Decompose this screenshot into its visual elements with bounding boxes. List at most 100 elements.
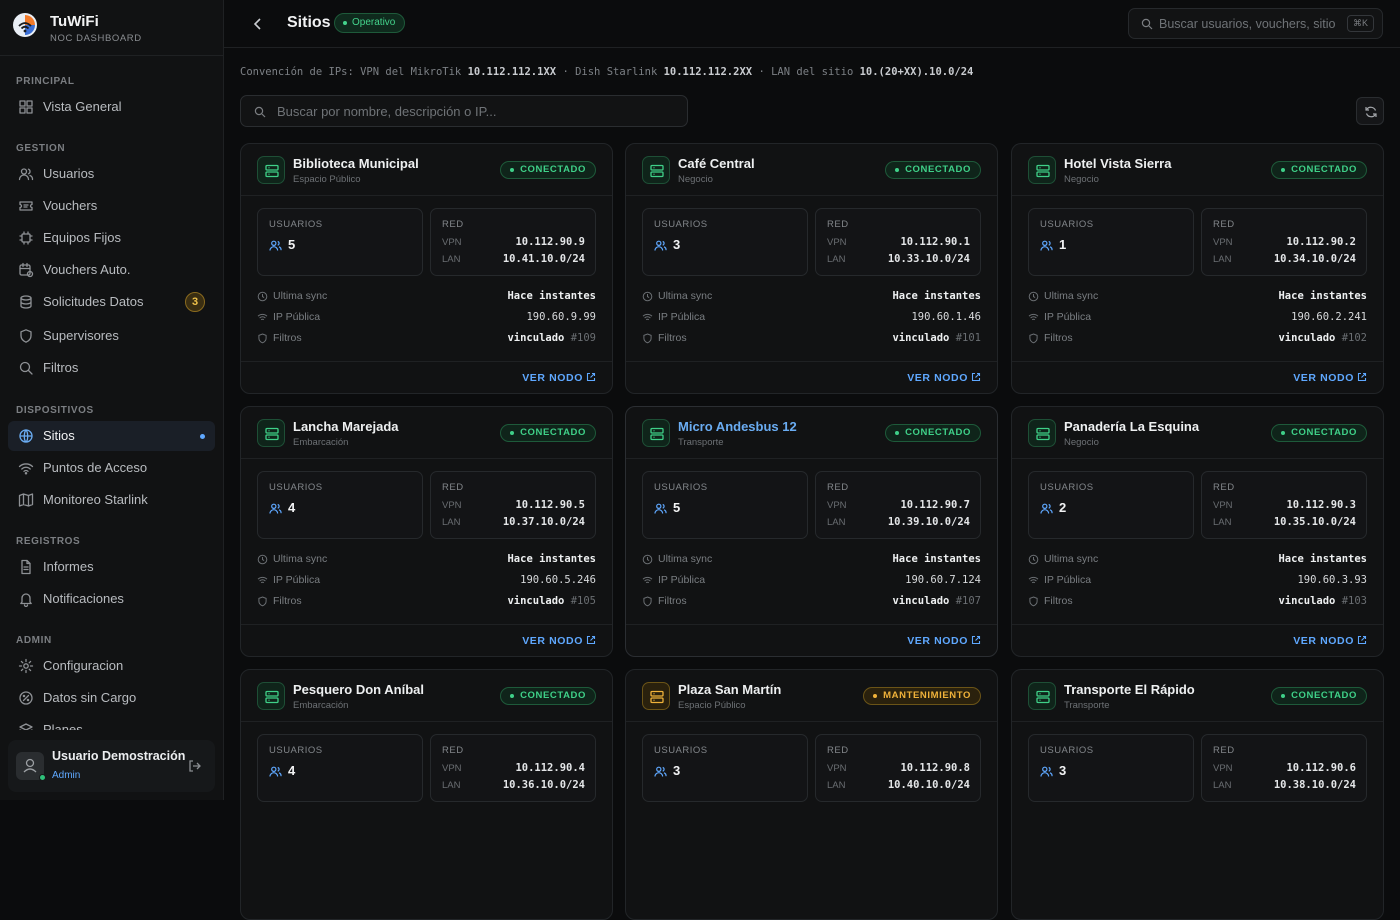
- divider: [1012, 361, 1383, 362]
- site-card[interactable]: Transporte El Rápido Transporte CONECTADO U…: [1011, 669, 1384, 920]
- convention-prefix: Convención de IPs: VPN del MikroTik: [240, 66, 462, 78]
- vpn-label: VPN: [827, 500, 847, 511]
- sidebar-item-solicitudes-datos[interactable]: Solicitudes Datos 3: [8, 287, 215, 317]
- view-node-link[interactable]: VER NODO: [907, 635, 981, 647]
- site-status-badge: CONECTADO: [885, 424, 981, 442]
- site-name[interactable]: Micro Andesbus 12: [678, 419, 797, 434]
- users-panel: USUARIOS 4: [257, 734, 423, 802]
- sidebar-item-label: Notificaciones: [43, 591, 124, 606]
- lan-label: LAN: [827, 254, 846, 265]
- vpn-label: VPN: [442, 500, 462, 511]
- sidebar-item-label: Solicitudes Datos: [43, 294, 144, 309]
- site-status-badge: CONECTADO: [1271, 161, 1367, 179]
- view-node-link[interactable]: VER NODO: [907, 372, 981, 384]
- lan-label: LAN: [442, 780, 461, 791]
- brand-name: TuWiFi: [50, 13, 99, 30]
- refresh-button[interactable]: [1356, 97, 1384, 125]
- sidebar-item-planes[interactable]: Planes: [8, 715, 215, 730]
- site-card-header: Panadería La Esquina Negocio CONECTADO: [1012, 407, 1383, 459]
- calendar-clock-icon: [18, 262, 34, 278]
- back-button[interactable]: [248, 14, 268, 34]
- sidebar-item-vista-general[interactable]: Vista General: [8, 92, 215, 122]
- site-name[interactable]: Café Central: [678, 156, 755, 171]
- view-node-link[interactable]: VER NODO: [1293, 372, 1367, 384]
- sidebar-item-vouchers[interactable]: Vouchers: [8, 191, 215, 221]
- sidebar-item-filtros[interactable]: Filtros: [8, 353, 215, 383]
- brand-subtitle: NOC DASHBOARD: [50, 33, 142, 44]
- users-panel: USUARIOS 4: [257, 471, 423, 539]
- users-label: USUARIOS: [269, 482, 323, 493]
- sidebar-item-equipos-fijos[interactable]: Equipos Fijos: [8, 223, 215, 253]
- filter-state: vinculado: [892, 595, 950, 607]
- wifi-logo-icon: [12, 12, 38, 38]
- site-card[interactable]: Lancha Marejada Embarcación CONECTADO USUAR…: [240, 406, 613, 657]
- logout-icon[interactable]: [187, 758, 203, 774]
- site-name[interactable]: Hotel Vista Sierra: [1064, 156, 1171, 171]
- sidebar-item-puntos-de-acceso[interactable]: Puntos de Acceso: [8, 453, 215, 483]
- users-count: 3: [673, 237, 681, 252]
- sidebar-item-datos-sin-cargo[interactable]: Datos sin Cargo: [8, 683, 215, 713]
- sidebar-item-sitios[interactable]: Sitios: [8, 421, 215, 451]
- sidebar-item-notificaciones[interactable]: Notificaciones: [8, 584, 215, 614]
- bell-icon: [18, 591, 34, 607]
- filters-label: Filtros: [1044, 595, 1073, 607]
- divider: [626, 361, 997, 362]
- nav-section-title: ADMIN: [16, 635, 52, 646]
- network-label: RED: [442, 219, 464, 230]
- site-name[interactable]: Plaza San Martín: [678, 682, 781, 697]
- site-card[interactable]: Panadería La Esquina Negocio CONECTADO USUA…: [1011, 406, 1384, 657]
- sidebar-item-usuarios[interactable]: Usuarios: [8, 159, 215, 189]
- global-search-input[interactable]: Buscar usuarios, vouchers, sitio ⌘K: [1128, 8, 1383, 39]
- site-filter-input[interactable]: Buscar por nombre, descripción o IP...: [240, 95, 688, 127]
- view-node-link[interactable]: VER NODO: [522, 372, 596, 384]
- users-count: 3: [673, 763, 681, 778]
- site-card[interactable]: Micro Andesbus 12 Transporte CONECTADO USUA…: [625, 406, 998, 657]
- last-sync-text: Hace instantes: [892, 553, 981, 565]
- view-node-link[interactable]: VER NODO: [1293, 635, 1367, 647]
- map-icon: [18, 492, 34, 508]
- sidebar-item-informes[interactable]: Informes: [8, 552, 215, 582]
- clock-icon: [1028, 291, 1039, 302]
- ip-convention-note: Convención de IPs: VPN del MikroTik 10.1…: [240, 66, 973, 78]
- network-label: RED: [1213, 219, 1235, 230]
- view-node-link[interactable]: VER NODO: [522, 635, 596, 647]
- wifi-icon: [1028, 575, 1039, 586]
- site-card[interactable]: Café Central Negocio CONECTADO USUARIOS 3 RED…: [625, 143, 998, 394]
- top-header: Sitios Operativo Buscar usuarios, vouche…: [224, 0, 1400, 48]
- users-panel: USUARIOS 5: [257, 208, 423, 276]
- wifi-icon: [257, 312, 268, 323]
- site-status-badge: CONECTADO: [500, 687, 596, 705]
- site-card[interactable]: Biblioteca Municipal Espacio Público CONEC…: [240, 143, 613, 394]
- last-sync-value: Hace instantes: [1278, 553, 1367, 565]
- site-name[interactable]: Lancha Marejada: [293, 419, 399, 434]
- lan-subnet: 10.40.10.0/24: [887, 779, 970, 791]
- site-card[interactable]: Hotel Vista Sierra Negocio CONECTADO USUARI…: [1011, 143, 1384, 394]
- site-card[interactable]: Pesquero Don Aníbal Embarcación CONECTADO U…: [240, 669, 613, 920]
- users-count: 4: [288, 763, 296, 778]
- site-status-badge: CONECTADO: [885, 161, 981, 179]
- sidebar-item-label: Equipos Fijos: [43, 230, 122, 245]
- vpn-label: VPN: [1213, 500, 1233, 511]
- site-name[interactable]: Transporte El Rápido: [1064, 682, 1195, 697]
- online-status-dot: [39, 774, 46, 781]
- site-status-badge: CONECTADO: [500, 161, 596, 179]
- user-profile[interactable]: Usuario Demostración Admin: [8, 740, 215, 792]
- site-name[interactable]: Biblioteca Municipal: [293, 156, 419, 171]
- sidebar-item-monitoreo-starlink[interactable]: Monitoreo Starlink: [8, 485, 215, 515]
- last-sync-text: Hace instantes: [892, 290, 981, 302]
- sidebar-item-supervisores[interactable]: Supervisores: [8, 321, 215, 351]
- site-status-badge: CONECTADO: [1271, 687, 1367, 705]
- sidebar-item-label: Vouchers: [43, 198, 98, 213]
- sidebar-item-configuracion[interactable]: Configuracion: [8, 651, 215, 681]
- site-name[interactable]: Pesquero Don Aníbal: [293, 682, 424, 697]
- filter-id: #102: [1341, 332, 1367, 344]
- public-ip-label: IP Pública: [1044, 311, 1092, 323]
- clock-icon: [257, 291, 268, 302]
- users-icon: [1040, 239, 1053, 252]
- sidebar-item-vouchers-auto[interactable]: Vouchers Auto.: [8, 255, 215, 285]
- last-sync-text: Hace instantes: [1278, 290, 1367, 302]
- site-name[interactable]: Panadería La Esquina: [1064, 419, 1199, 434]
- network-panel: RED VPN 10.112.90.6 LAN 10.38.10.0/24: [1201, 734, 1367, 802]
- vpn-ip: 10.112.90.9: [515, 236, 585, 248]
- site-card[interactable]: Plaza San Martín Espacio Público MANTENIMI…: [625, 669, 998, 920]
